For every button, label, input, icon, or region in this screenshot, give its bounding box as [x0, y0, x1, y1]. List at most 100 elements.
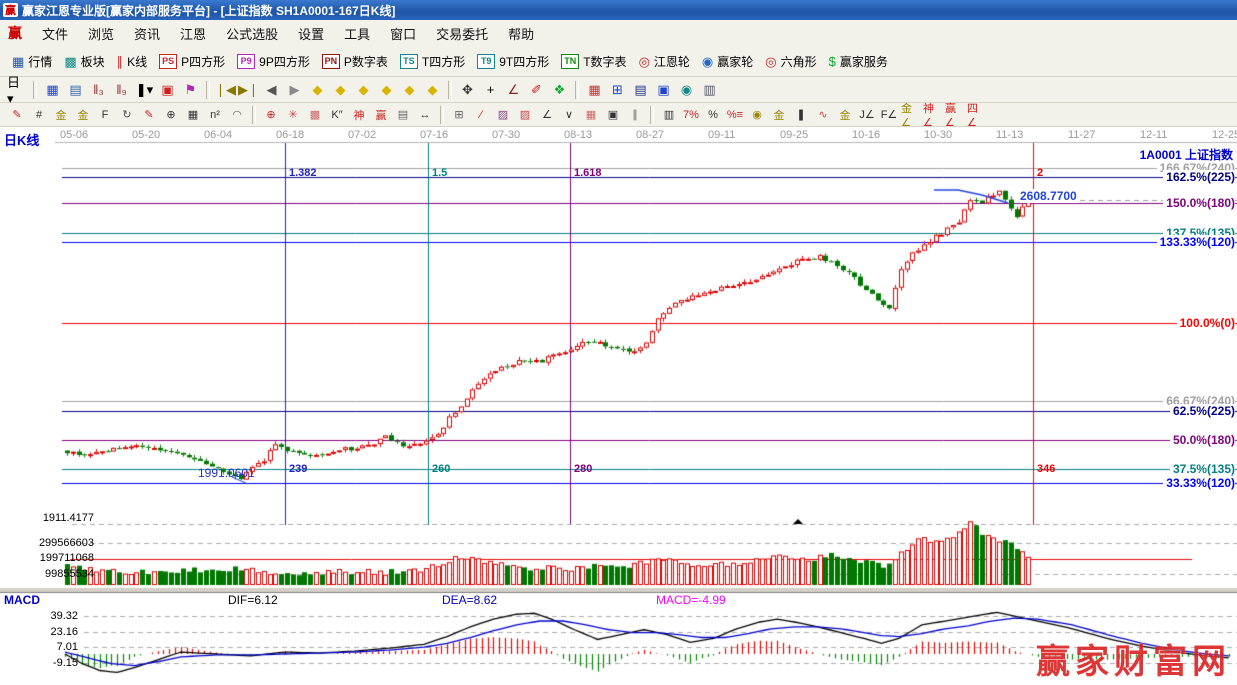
macd-scale-label: 7.01 [2, 641, 78, 653]
ying-grid-icon[interactable]: 赢 [371, 106, 391, 123]
pan-hand-icon[interactable]: ✥ [457, 80, 478, 99]
t-table-button[interactable]: TNT数字表 [555, 51, 632, 72]
n2-icon[interactable]: n² [205, 106, 225, 123]
menu-item-window[interactable]: 窗口 [380, 21, 426, 46]
winner-service-button[interactable]: $赢家服务 [823, 51, 894, 72]
percent-icon[interactable]: % [703, 106, 723, 123]
angle-measure-icon[interactable]: ∠ [503, 80, 524, 99]
gann-box-icon[interactable]: ▣ [157, 80, 178, 99]
menu-item-news[interactable]: 资讯 [124, 21, 170, 46]
gann-diamond-right-icon[interactable]: ◆ [330, 80, 351, 99]
notebook-icon[interactable]: ▤ [630, 80, 651, 99]
dense-grid-icon[interactable]: ▦ [183, 106, 203, 123]
gann-diamond-compress-icon[interactable]: ◆ [376, 80, 397, 99]
remote-pc-icon[interactable]: ▥ [699, 80, 720, 99]
net-monitor-icon[interactable]: ◉ [676, 80, 697, 99]
pen-knife-icon[interactable]: ✎ [7, 106, 27, 123]
menu-item-file[interactable]: 文件 [32, 21, 78, 46]
column-stats-icon[interactable]: ▥ [659, 106, 679, 123]
calendar-icon[interactable]: ▦ [584, 80, 605, 99]
candle-style-dropdown[interactable]: ❚▾ [134, 80, 155, 99]
period-dropdown[interactable]: 日 ▾ [7, 80, 28, 99]
first-page-icon[interactable]: ❘◀ [215, 80, 236, 99]
grid-lines-icon[interactable]: # [29, 106, 49, 123]
p-table-button[interactable]: PNP数字表 [316, 51, 394, 72]
menu-item-settings[interactable]: 设置 [288, 21, 334, 46]
draw-tool-icon[interactable]: ✐ [526, 80, 547, 99]
hatch-icon[interactable]: ∥ [625, 106, 645, 123]
gann-diamond-all-icon[interactable]: ◆ [422, 80, 443, 99]
last-page-icon[interactable]: ▶❘ [238, 80, 259, 99]
gold-angle-icon[interactable]: 金∠ [901, 106, 921, 123]
percent7-icon[interactable]: 7% [681, 106, 701, 123]
gold-circle-icon[interactable]: ◉ [747, 106, 767, 123]
shen-grid-icon[interactable]: 神 [349, 106, 369, 123]
kline-button[interactable]: ∥K线 [111, 51, 154, 72]
region-tool-icon[interactable]: ❖ [549, 80, 570, 99]
spider-web-icon[interactable]: ✳ [283, 106, 303, 123]
gann-diamond-left-icon[interactable]: ◆ [307, 80, 328, 99]
f-square-icon[interactable]: F [95, 106, 115, 123]
circle-degree-icon[interactable]: ⊕ [161, 106, 181, 123]
sectors-button[interactable]: ▩板块 [58, 51, 110, 72]
bars-9-icon[interactable]: ‖₉ [111, 80, 132, 99]
bars-3-icon[interactable]: ‖₃ [88, 80, 109, 99]
9p-square-button[interactable]: P99P四方形 [231, 51, 316, 72]
red-grid2-icon[interactable]: ▦ [581, 106, 601, 123]
menu-item-tools[interactable]: 工具 [334, 21, 380, 46]
gann-wheel-button[interactable]: ◎江恩轮 [633, 51, 696, 72]
ruler-grid-icon[interactable]: ▤ [393, 106, 413, 123]
9t-square-button[interactable]: T99T四方形 [471, 51, 555, 72]
target-circle-icon[interactable]: ⊕ [261, 106, 281, 123]
prev-icon[interactable]: ◀ [261, 80, 282, 99]
width-measure-icon[interactable]: ↔ [415, 106, 435, 123]
crosshair-icon[interactable]: + [480, 80, 501, 99]
square-web-icon[interactable]: ▩ [305, 106, 325, 123]
angle-arc-icon[interactable]: ◠ [227, 106, 247, 123]
formula-window-icon[interactable]: ▦ [42, 80, 63, 99]
t-square-button[interactable]: TST四方形 [394, 51, 471, 72]
menu-item-gann[interactable]: 江恩 [170, 21, 216, 46]
candle-brush-icon[interactable]: ❚ [791, 106, 811, 123]
grid-box-icon[interactable]: ▣ [603, 106, 623, 123]
menu-item-help[interactable]: 帮助 [498, 21, 544, 46]
shen-angle-icon[interactable]: 神∠ [923, 106, 943, 123]
calculator-icon[interactable]: ⊞ [607, 80, 628, 99]
menu-item-formula-pick[interactable]: 公式选股 [216, 21, 288, 46]
menu-item-trade[interactable]: 交易委托 [426, 21, 498, 46]
gann-diamond-v-icon[interactable]: ◆ [399, 80, 420, 99]
quotes-button[interactable]: ▦行情 [6, 51, 58, 72]
save-disk-icon[interactable]: ▣ [653, 80, 674, 99]
si-angle-icon[interactable]: 四∠ [967, 106, 987, 123]
gold-line2-icon[interactable]: 金 [835, 106, 855, 123]
color-flag-icon[interactable]: ⚑ [180, 80, 201, 99]
next-icon[interactable]: ▶ [284, 80, 305, 99]
purple-fan-icon[interactable]: ▨ [493, 106, 513, 123]
gold-square-icon[interactable]: 金 [51, 106, 71, 123]
p-square-button[interactable]: PSP四方形 [153, 51, 231, 72]
gold-square2-icon[interactable]: 金 [73, 106, 93, 123]
red-web2-icon[interactable]: ▨ [515, 106, 535, 123]
k-quote-icon[interactable]: K″ [327, 106, 347, 123]
angle-lines-icon[interactable]: ∠ [537, 106, 557, 123]
window-split-icon[interactable]: ⊞ [449, 106, 469, 123]
gann-wheel-button-icon: ◎ [639, 55, 650, 68]
j-angle-icon[interactable]: J∠ [857, 106, 877, 123]
menu-item-browse[interactable]: 浏览 [78, 21, 124, 46]
wave-box-icon[interactable]: ∿ [813, 106, 833, 123]
winner-wheel-button[interactable]: ◉赢家轮 [696, 51, 759, 72]
red-pen-icon[interactable]: ✎ [139, 106, 159, 123]
toolbar-separator [440, 106, 444, 124]
info-note-icon[interactable]: ▤ [65, 80, 86, 99]
date-tick-label: 06-04 [204, 129, 232, 141]
hexagon-button[interactable]: ◎六角形 [759, 51, 822, 72]
f-angle-icon[interactable]: F∠ [879, 106, 899, 123]
v-lines-icon[interactable]: ∨ [559, 106, 579, 123]
ying-angle-icon[interactable]: 赢∠ [945, 106, 965, 123]
percent-lines-icon[interactable]: %≡ [725, 106, 745, 123]
gold-line-icon[interactable]: 金 [769, 106, 789, 123]
kline-chart-canvas[interactable] [0, 127, 1237, 685]
red-fan-icon[interactable]: ∕ [471, 106, 491, 123]
spiral-icon[interactable]: ↻ [117, 106, 137, 123]
gann-diamond-h-icon[interactable]: ◆ [353, 80, 374, 99]
